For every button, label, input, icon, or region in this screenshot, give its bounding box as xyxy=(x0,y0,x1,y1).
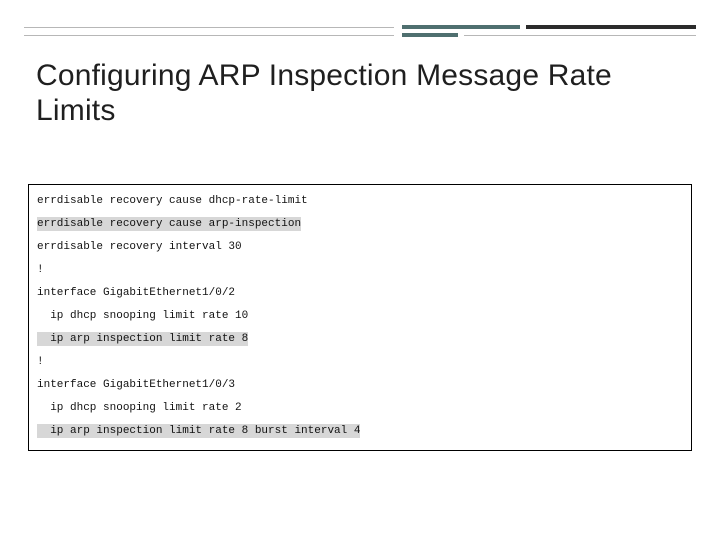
code-text: interface GigabitEthernet1/0/3 xyxy=(37,379,235,391)
code-line: ip arp inspection limit rate 8 burst int… xyxy=(37,423,683,440)
code-line: interface GigabitEthernet1/0/3 xyxy=(37,377,683,400)
code-text: interface GigabitEthernet1/0/2 xyxy=(37,287,235,299)
slide-top-rule xyxy=(24,24,696,52)
code-line: ip dhcp snooping limit rate 10 xyxy=(37,308,683,331)
code-text: errdisable recovery cause dhcp-rate-limi… xyxy=(37,195,308,207)
code-text: ip arp inspection limit rate 8 burst int… xyxy=(37,424,360,438)
code-text: ip dhcp snooping limit rate 10 xyxy=(37,310,248,322)
slide-title: Configuring ARP Inspection Message Rate … xyxy=(36,58,684,129)
code-line: ! xyxy=(37,354,683,377)
code-line: errdisable recovery interval 30 xyxy=(37,239,683,262)
code-line: errdisable recovery cause arp-inspection xyxy=(37,216,683,239)
code-line: interface GigabitEthernet1/0/2 xyxy=(37,285,683,308)
code-line: errdisable recovery cause dhcp-rate-limi… xyxy=(37,193,683,216)
code-text: ip arp inspection limit rate 8 xyxy=(37,332,248,346)
code-text: errdisable recovery cause arp-inspection xyxy=(37,217,301,231)
code-text: ip dhcp snooping limit rate 2 xyxy=(37,402,242,414)
code-line: ! xyxy=(37,262,683,285)
code-text: ! xyxy=(37,356,44,368)
code-line: ip arp inspection limit rate 8 xyxy=(37,331,683,354)
code-line: ip dhcp snooping limit rate 2 xyxy=(37,400,683,423)
config-code-block: errdisable recovery cause dhcp-rate-limi… xyxy=(28,184,692,451)
code-text: ! xyxy=(37,264,44,276)
code-text: errdisable recovery interval 30 xyxy=(37,241,242,253)
